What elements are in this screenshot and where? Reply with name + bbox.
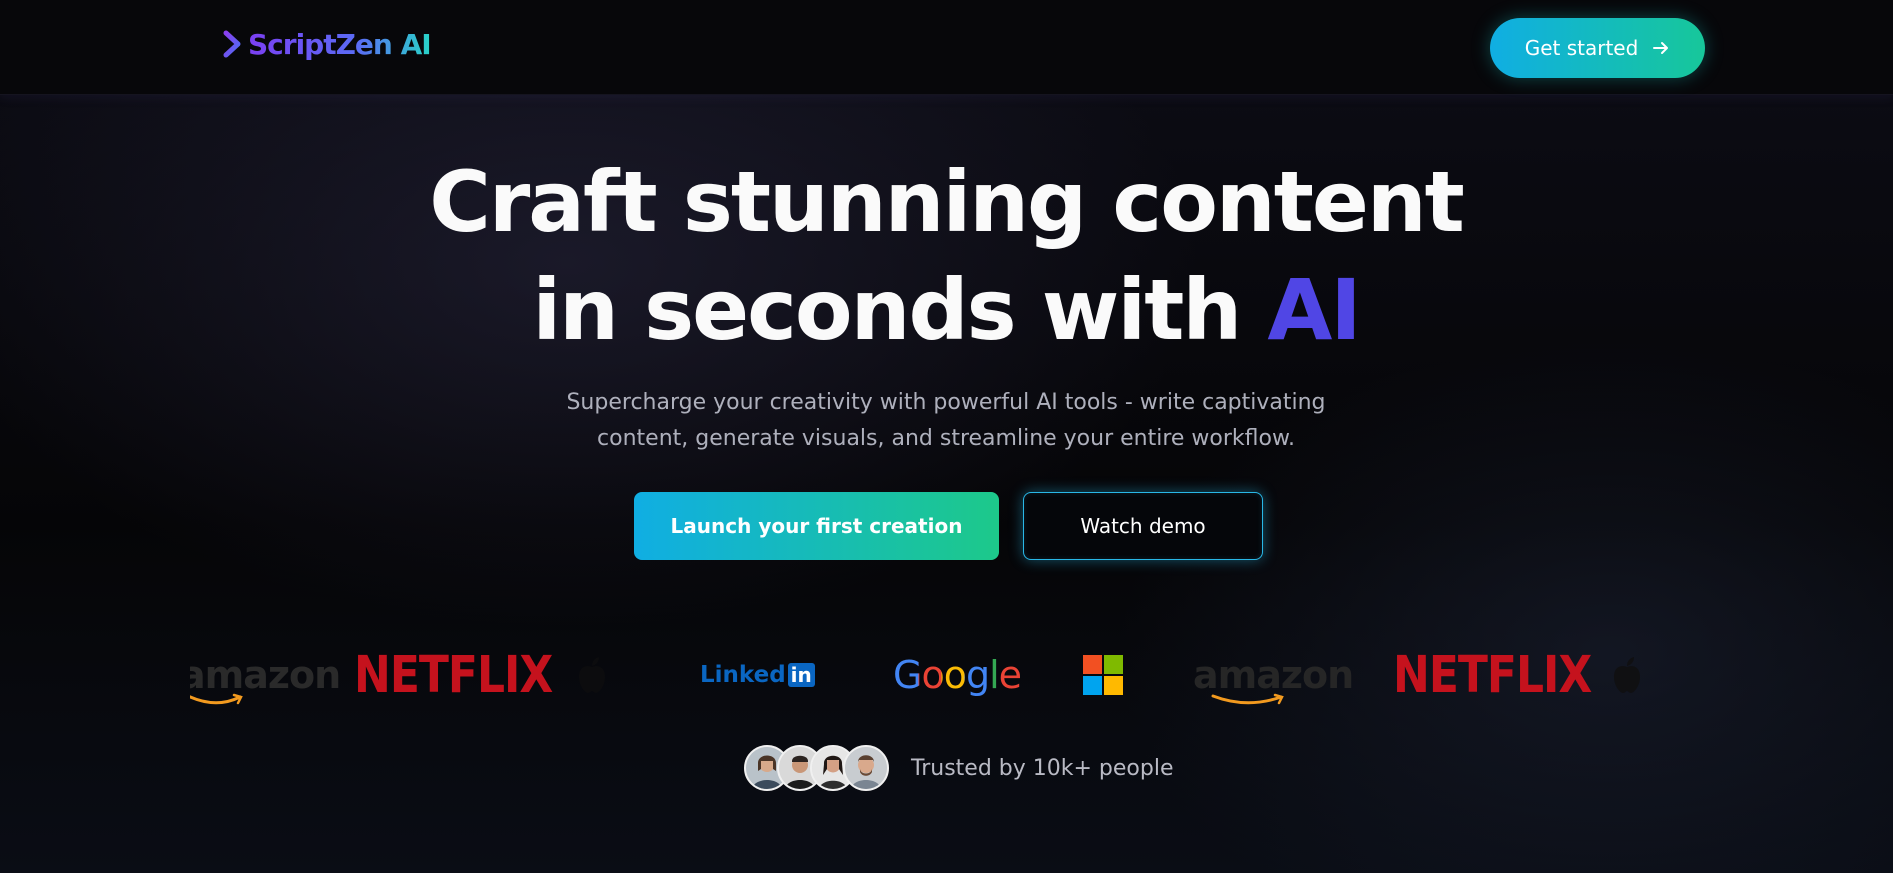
avatar — [843, 745, 889, 791]
apple-logo — [575, 640, 609, 710]
watch-demo-button[interactable]: Watch demo — [1023, 492, 1263, 560]
apple-icon — [579, 657, 605, 693]
apple-logo-2 — [1610, 640, 1640, 710]
amazon-wordmark-2: amazon — [1193, 653, 1354, 697]
avatar-group — [744, 745, 889, 791]
linkedin-logo: Linked in — [700, 640, 815, 710]
person-avatar-icon — [845, 747, 887, 789]
chevron-right-icon — [223, 30, 241, 58]
netflix-wordmark: NETFLIX — [354, 645, 553, 705]
netflix-logo: NETFLIX — [354, 640, 553, 710]
hero-headline-line1: Craft stunning content — [429, 153, 1465, 251]
partner-logo-strip: amazon NETFLIX Linked in Google amazon N… — [190, 640, 1640, 710]
linkedin-wordmark: Linked — [700, 662, 786, 688]
netflix-wordmark-2: NETFLIX — [1393, 645, 1592, 705]
hero-headline: Craft stunning content in seconds with A… — [346, 148, 1546, 364]
hero-subtitle-line2: content, generate visuals, and streamlin… — [597, 426, 1295, 451]
amazon-wordmark: amazon — [190, 653, 341, 697]
google-wordmark: Google — [893, 653, 1022, 697]
get-started-button[interactable]: Get started — [1490, 18, 1705, 78]
hero-subtitle-line1: Supercharge your creativity with powerfu… — [566, 390, 1326, 415]
get-started-label: Get started — [1524, 36, 1639, 60]
trusted-by-text: Trusted by 10k+ people — [911, 755, 1174, 781]
brand-name: ScriptZen AI — [248, 27, 432, 61]
brand-logo[interactable]: ScriptZen AI — [222, 24, 432, 64]
hero-subtitle: Supercharge your creativity with powerfu… — [446, 385, 1446, 457]
apple-icon — [1614, 657, 1640, 693]
top-navbar: ScriptZen AI Get started — [0, 0, 1893, 95]
netflix-logo-2: NETFLIX — [1393, 640, 1592, 710]
social-proof: Trusted by 10k+ people — [744, 743, 1174, 793]
microsoft-logo — [1083, 640, 1123, 710]
amazon-logo-2: amazon — [1193, 640, 1354, 710]
linkedin-in-badge: in — [787, 663, 815, 687]
google-logo: Google — [893, 640, 1022, 710]
amazon-logo: amazon — [190, 640, 341, 710]
hero-headline-line2-prefix: in seconds with — [532, 261, 1268, 359]
launch-creation-button[interactable]: Launch your first creation — [634, 492, 999, 560]
amazon-smile-icon — [1211, 693, 1284, 705]
hero-headline-accent: AI — [1267, 261, 1361, 359]
arrow-right-icon — [1653, 42, 1669, 54]
amazon-smile-icon — [190, 693, 243, 705]
microsoft-icon — [1083, 655, 1123, 695]
